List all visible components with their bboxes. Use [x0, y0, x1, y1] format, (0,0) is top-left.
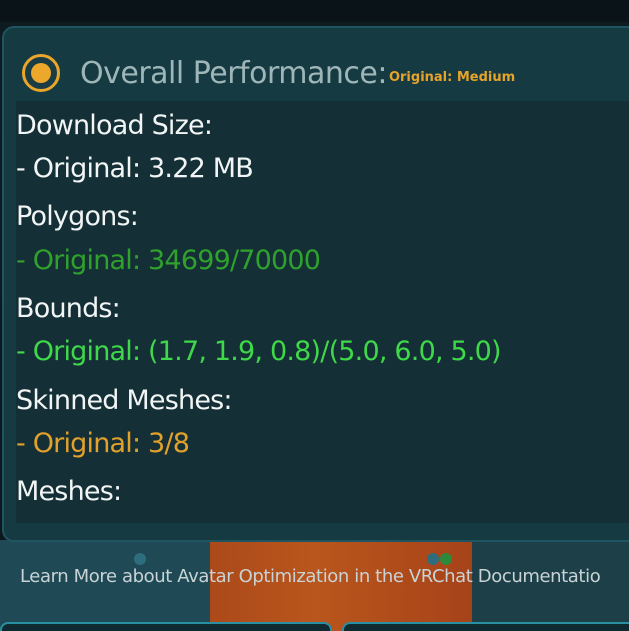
avatar-optimization-docs-link[interactable]: Learn More about Avatar Optimization in … [20, 566, 601, 587]
bottom-button-right[interactable] [342, 622, 629, 631]
stat-label-download-size: Download Size: [16, 110, 213, 141]
stat-value-polygons: - Original: 34699/70000 [16, 245, 321, 276]
stat-label-polygons: Polygons: [16, 201, 139, 232]
stat-value-bounds: - Original: (1.7, 1.9, 0.8)/(5.0, 6.0, 5… [16, 336, 502, 367]
performance-title: Overall Performance: [80, 55, 387, 91]
stat-label-meshes: Meshes: [16, 476, 122, 507]
background-dot [440, 553, 452, 565]
stat-label-bounds: Bounds: [16, 293, 121, 324]
top-bar [0, 0, 629, 22]
bottom-button-left[interactable] [0, 622, 332, 631]
performance-rating-dot [31, 63, 51, 83]
stat-value-download-size: - Original: 3.22 MB [16, 153, 254, 184]
performance-rating-icon [22, 54, 60, 92]
background-dot [134, 553, 146, 565]
app-window: Overall Performance: Original: Medium Do… [0, 0, 629, 631]
stat-label-skinned-meshes: Skinned Meshes: [16, 385, 233, 416]
performance-header: Overall Performance: Original: Medium [22, 50, 515, 96]
background-dot [427, 553, 439, 565]
stat-value-skinned-meshes: - Original: 3/8 [16, 428, 190, 459]
performance-rating-badge: Original: Medium [388, 69, 516, 85]
